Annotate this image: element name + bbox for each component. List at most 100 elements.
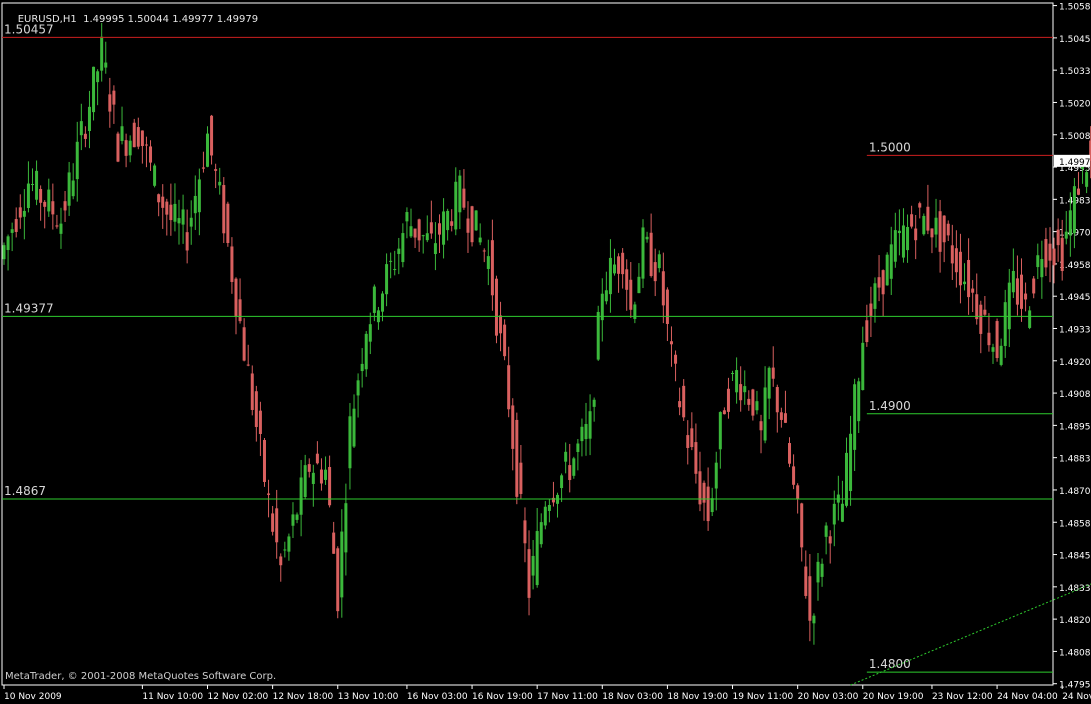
candle-body xyxy=(812,615,816,624)
candle-body xyxy=(946,223,950,236)
candle-body xyxy=(332,532,336,554)
candle xyxy=(1044,227,1048,276)
candle-body xyxy=(617,256,621,274)
price-tick-label: 1.50205 xyxy=(1059,99,1091,109)
candle-body xyxy=(55,225,59,227)
candle xyxy=(442,198,446,259)
candle xyxy=(523,507,527,563)
candle xyxy=(710,487,714,517)
candle xyxy=(454,167,458,236)
candle-body xyxy=(800,503,804,548)
candle xyxy=(979,300,983,354)
candle xyxy=(144,136,148,168)
candle xyxy=(136,117,140,150)
candle-body xyxy=(279,556,283,566)
candle xyxy=(792,454,796,490)
candle xyxy=(328,455,332,508)
candle xyxy=(185,209,189,264)
time-tick-label: 12 Nov 18:00 xyxy=(273,692,334,702)
candle-body xyxy=(1060,237,1064,272)
candle-body xyxy=(788,443,792,464)
candle xyxy=(527,530,531,616)
candle-body xyxy=(214,169,218,171)
chart-canvas[interactable]: 1.50580 1.50455 1.50330 1.50205 1.50080 1.499… xyxy=(0,0,1091,704)
candle xyxy=(446,208,450,241)
candle-body xyxy=(267,493,271,495)
candle xyxy=(71,163,75,200)
candle xyxy=(649,213,653,278)
candle-body xyxy=(1056,229,1060,246)
symbol-label: EURUSD,H1 xyxy=(17,14,77,25)
candle xyxy=(344,483,348,576)
candle-body xyxy=(763,387,767,441)
time-tick-label: 20 Nov 19:00 xyxy=(863,692,924,702)
candle-body xyxy=(568,465,572,481)
candle xyxy=(930,228,934,254)
copyright-text: MetaTrader, © 2001-2008 MetaQuotes Softw… xyxy=(5,671,277,682)
candle xyxy=(43,200,47,229)
time-tick-label: 13 Nov 10:00 xyxy=(338,692,399,702)
candle-body xyxy=(328,467,332,506)
candle-body xyxy=(6,236,10,251)
candle-body xyxy=(792,466,796,485)
candle-body xyxy=(1076,188,1080,195)
candle xyxy=(629,262,633,318)
candle-body xyxy=(608,257,612,295)
price-tick-label: 1.50080 xyxy=(1059,132,1091,142)
candle-body xyxy=(564,451,568,462)
chart-header: EURUSD,H1 1.49995 1.50044 1.49977 1.4997… xyxy=(5,3,258,36)
candle xyxy=(112,85,116,124)
candle-body xyxy=(26,183,30,208)
candle-body xyxy=(401,233,405,263)
candle xyxy=(92,66,96,121)
candle xyxy=(910,205,914,229)
candle-body xyxy=(755,401,759,411)
candle-body xyxy=(779,412,783,420)
candle xyxy=(409,208,413,238)
candle-body xyxy=(759,421,763,431)
candle-body xyxy=(576,443,580,453)
candle xyxy=(653,248,657,297)
candle-body xyxy=(849,433,853,492)
candle-body xyxy=(669,341,673,345)
candle-body xyxy=(393,269,397,271)
candle-body xyxy=(108,94,112,112)
candle-body xyxy=(18,207,22,218)
candle xyxy=(1007,268,1011,348)
candle-body xyxy=(181,209,185,225)
candle xyxy=(389,252,393,279)
candle xyxy=(641,219,645,289)
candle-body xyxy=(307,464,311,472)
candle-body xyxy=(1044,239,1048,268)
candle-body xyxy=(433,243,437,255)
candle-body xyxy=(67,172,71,206)
candle-body xyxy=(678,401,682,408)
candle xyxy=(1028,306,1032,330)
candle xyxy=(702,480,706,521)
candle xyxy=(466,201,470,253)
candle-body xyxy=(604,290,608,302)
candle-body xyxy=(295,514,299,520)
candle-body xyxy=(596,311,600,360)
candle-body xyxy=(722,410,726,415)
candle-body xyxy=(490,240,494,296)
candle-body xyxy=(588,411,592,439)
candle-body xyxy=(356,380,360,396)
candle-body xyxy=(808,576,812,621)
candle-body xyxy=(165,201,169,215)
candle xyxy=(584,402,588,456)
candle-body xyxy=(527,549,531,598)
candle xyxy=(181,194,185,244)
level-label: 1.49377 xyxy=(4,301,54,315)
candle-body xyxy=(348,416,352,469)
candle-body xyxy=(258,410,262,434)
price-chart[interactable]: 1.50580 1.50455 1.50330 1.50205 1.50080 1.499… xyxy=(0,0,1091,704)
candle xyxy=(246,344,250,367)
candle-body xyxy=(262,439,266,482)
candle xyxy=(214,163,218,189)
candle-body xyxy=(1052,248,1056,266)
candle xyxy=(385,253,389,307)
candle-body xyxy=(140,130,144,147)
candle-body xyxy=(649,232,653,276)
candle xyxy=(14,207,18,238)
